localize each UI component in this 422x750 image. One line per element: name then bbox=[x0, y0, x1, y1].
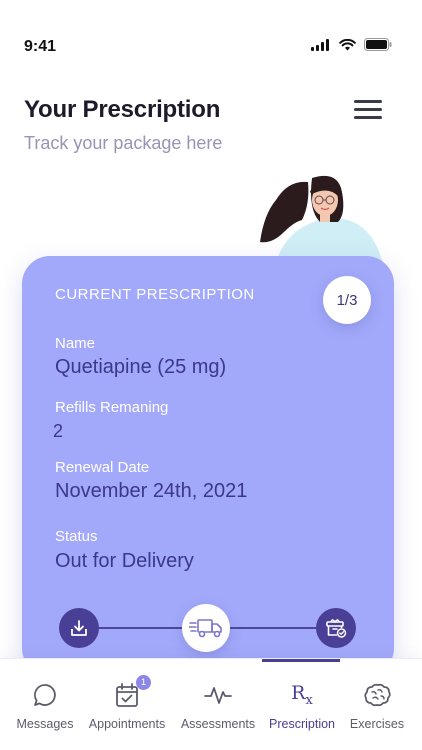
notification-badge: 1 bbox=[136, 675, 151, 690]
name-value: Quetiapine (25 mg) bbox=[55, 356, 227, 378]
tab-label: Assessments bbox=[180, 717, 256, 731]
calendar-check-icon bbox=[116, 683, 138, 707]
tab-appointments[interactable]: 1 Appointments bbox=[84, 659, 170, 750]
tab-label: Prescription bbox=[269, 717, 335, 731]
status-time: 9:41 bbox=[24, 38, 57, 55]
cellular-signal-icon bbox=[311, 38, 329, 51]
status-bar: 9:41 bbox=[0, 0, 422, 90]
tab-label: Messages bbox=[16, 717, 74, 731]
tracker-step-ordered[interactable] bbox=[59, 608, 99, 648]
tracker-step-delivered[interactable] bbox=[316, 608, 356, 648]
wifi-icon bbox=[339, 38, 356, 50]
page-counter-button[interactable]: 1/3 bbox=[323, 276, 371, 324]
tab-exercises[interactable]: Exercises bbox=[348, 659, 406, 750]
delivery-truck-icon bbox=[189, 619, 222, 638]
page-title: Your Prescription bbox=[24, 96, 221, 123]
package-delivered-icon bbox=[326, 619, 347, 638]
tab-messages[interactable]: Messages bbox=[16, 659, 74, 750]
page-subtitle: Track your package here bbox=[24, 133, 223, 153]
chat-bubble-icon bbox=[34, 684, 56, 706]
refills-label: Refills Remaning bbox=[55, 399, 169, 416]
hamburger-menu-icon[interactable] bbox=[354, 100, 382, 122]
tab-label: Appointments bbox=[88, 717, 166, 731]
tracker-step-shipping[interactable] bbox=[182, 604, 230, 652]
battery-icon bbox=[364, 38, 392, 51]
tab-assessments[interactable]: Assessments bbox=[180, 659, 256, 750]
refills-value: 2 bbox=[53, 421, 64, 441]
pulse-icon bbox=[204, 687, 232, 704]
tab-label: Exercises bbox=[349, 717, 405, 731]
renewal-date-value: November 24th, 2021 bbox=[55, 480, 248, 502]
bottom-tab-bar: Messages 1 Appointments Assessments Rx P… bbox=[0, 658, 422, 750]
name-label: Name bbox=[55, 335, 96, 352]
card-heading: CURRENT PRESCRIPTION bbox=[55, 286, 255, 303]
status-icons bbox=[311, 38, 392, 51]
status-label: Status bbox=[55, 528, 98, 545]
download-icon bbox=[71, 620, 87, 636]
status-value: Out for Delivery bbox=[55, 550, 194, 572]
renewal-date-label: Renewal Date bbox=[55, 459, 150, 476]
brain-icon bbox=[364, 683, 391, 707]
prescription-card: CURRENT PRESCRIPTION 1/3 Name Quetiapine… bbox=[22, 256, 394, 676]
tab-prescription[interactable]: Rx Prescription bbox=[264, 659, 340, 750]
rx-icon: Rx bbox=[291, 682, 313, 708]
